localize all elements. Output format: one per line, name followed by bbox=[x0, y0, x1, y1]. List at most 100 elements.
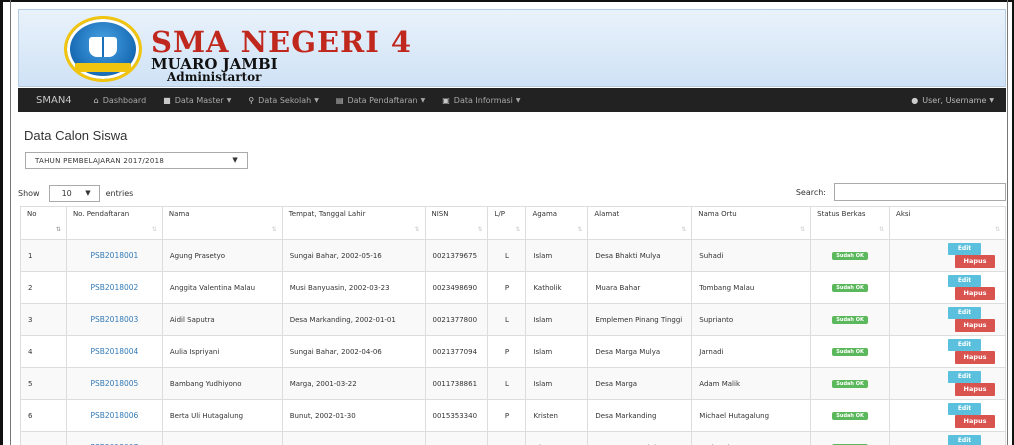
delete-button[interactable]: Hapus bbox=[955, 383, 995, 396]
cell-ttl: Rantau Harapan, 2002-03-24 bbox=[281, 431, 426, 445]
sort-icon: ⇅ bbox=[477, 226, 483, 233]
cell-ortu: Adam Malik bbox=[691, 367, 812, 400]
col-header-lp[interactable]: L/P ⇅ bbox=[487, 206, 527, 240]
delete-button[interactable]: Hapus bbox=[955, 255, 995, 268]
status-badge: Sudah OK bbox=[832, 252, 868, 260]
col-header-reg[interactable]: No. Pendaftaran ⇅ bbox=[65, 206, 163, 240]
column-header-label: Nama Ortu bbox=[698, 210, 737, 218]
cell-lp: L bbox=[487, 431, 527, 445]
navbar-brand[interactable]: SMAN4 bbox=[36, 95, 72, 106]
cell-nama: Bambang Yudhiyono bbox=[161, 367, 283, 400]
header-banner: SMA NEGERI 4 MUARO JAMBI Administartor bbox=[18, 9, 1006, 87]
nav-dashboard-label: Dashboard bbox=[102, 95, 147, 105]
cell-nama: Bayu Anggoro bbox=[161, 431, 283, 445]
cell-reg-link[interactable]: PSB2018004 bbox=[65, 335, 163, 368]
edit-button[interactable]: Edit bbox=[948, 403, 981, 415]
edit-button[interactable]: Edit bbox=[948, 339, 981, 351]
cell-no: 1 bbox=[20, 239, 67, 272]
year-select-value: TAHUN PEMBELAJARAN 2017/2018 bbox=[35, 156, 165, 165]
cell-alamat: Desa Marga Mulya bbox=[587, 335, 693, 368]
search-control: Search: bbox=[796, 183, 1006, 201]
column-header-label: Agama bbox=[532, 210, 558, 218]
sort-icon: ⇅ bbox=[879, 226, 885, 233]
delete-button[interactable]: Hapus bbox=[955, 319, 995, 332]
nav-data-informasi[interactable]: ▣ Data Informasi ▼ bbox=[442, 96, 520, 105]
cell-lp: P bbox=[487, 399, 527, 432]
cell-nisn: 0015353340 bbox=[424, 399, 489, 432]
cell-aksi: EditHapus bbox=[889, 239, 1006, 272]
cell-agama: Islam bbox=[525, 303, 589, 336]
nav-data-sekolah[interactable]: ⚲ Data Sekolah ▼ bbox=[248, 96, 319, 105]
col-header-aksi[interactable]: Aksi ⇅ bbox=[889, 206, 1006, 240]
edit-button[interactable]: Edit bbox=[948, 243, 981, 255]
cell-reg-link[interactable]: PSB2018001 bbox=[65, 239, 163, 272]
delete-button[interactable]: Hapus bbox=[955, 287, 995, 300]
col-header-no[interactable]: No ⇅ bbox=[20, 206, 67, 240]
year-select[interactable]: TAHUN PEMBELAJARAN 2017/2018 ▼ bbox=[25, 152, 248, 169]
search-input[interactable] bbox=[834, 183, 1006, 201]
column-header-label: L/P bbox=[494, 210, 505, 218]
cell-alamat: Desa Marga bbox=[587, 367, 693, 400]
edit-button[interactable]: Edit bbox=[948, 371, 981, 383]
table-row: 5 PSB2018005 Bambang Yudhiyono Marga, 20… bbox=[20, 367, 1006, 400]
cell-ttl: Musi Banyuasin, 2002-03-23 bbox=[281, 271, 426, 304]
cell-nisn: 0021377800 bbox=[424, 303, 489, 336]
cell-lp: L bbox=[487, 239, 527, 272]
cell-status: Sudah OK bbox=[810, 335, 891, 368]
col-header-ortu[interactable]: Nama Ortu ⇅ bbox=[691, 206, 812, 240]
edit-button[interactable]: Edit bbox=[948, 435, 981, 445]
cell-reg-link[interactable]: PSB2018006 bbox=[65, 399, 163, 432]
cell-reg-link[interactable]: PSB2018007 bbox=[65, 431, 163, 445]
cell-status: Sudah OK bbox=[810, 399, 891, 432]
users-icon: ■ bbox=[163, 95, 171, 105]
edit-button[interactable]: Edit bbox=[948, 275, 981, 287]
chevron-down-icon: ▼ bbox=[314, 96, 319, 104]
column-header-label: Aksi bbox=[896, 210, 911, 218]
cell-reg-link[interactable]: PSB2018003 bbox=[65, 303, 163, 336]
column-header-label: Nama bbox=[168, 210, 190, 218]
delete-button[interactable]: Hapus bbox=[955, 351, 995, 364]
nav-dashboard[interactable]: ⌂ Dashboard bbox=[94, 96, 146, 105]
edit-button[interactable]: Edit bbox=[948, 307, 981, 319]
cell-agama: Katholik bbox=[525, 271, 589, 304]
cell-agama: Islam bbox=[525, 335, 589, 368]
col-header-ttl[interactable]: Tempat, Tanggal Lahir ⇅ bbox=[281, 206, 426, 240]
cell-aksi: EditHapus bbox=[889, 271, 1006, 304]
chevron-down-icon: ▼ bbox=[226, 96, 232, 104]
chevron-down-icon: ▼ bbox=[232, 156, 238, 164]
sort-icon: ⇅ bbox=[414, 226, 420, 233]
cell-nisn: 0021379675 bbox=[424, 239, 489, 272]
col-header-status[interactable]: Status Berkas ⇅ bbox=[810, 206, 891, 240]
column-header-label: No. Pendaftaran bbox=[72, 210, 130, 218]
table-row: 7 PSB2018007 Bayu Anggoro Rantau Harapan… bbox=[20, 431, 1006, 445]
cell-reg-link[interactable]: PSB2018002 bbox=[65, 271, 163, 304]
cell-reg-link[interactable]: PSB2018005 bbox=[65, 367, 163, 400]
nav-data-pendaftaran[interactable]: ▤ Data Pendaftaran ▼ bbox=[336, 96, 425, 105]
sort-icon: ⇅ bbox=[271, 226, 277, 233]
col-header-agama[interactable]: Agama ⇅ bbox=[525, 206, 589, 240]
user-menu[interactable]: ● User, Username ▼ bbox=[911, 96, 994, 105]
cell-ttl: Desa Markanding, 2002-01-01 bbox=[281, 303, 426, 336]
col-header-alamat[interactable]: Alamat ⇅ bbox=[587, 206, 693, 240]
cell-no: 2 bbox=[20, 271, 67, 304]
entries-select[interactable]: 10 ▼ bbox=[48, 185, 100, 202]
status-badge: Sudah OK bbox=[832, 348, 868, 356]
delete-button[interactable]: Hapus bbox=[955, 415, 995, 428]
column-header-label: Alamat bbox=[594, 210, 620, 218]
col-header-nisn[interactable]: NISN ⇅ bbox=[424, 206, 489, 240]
sort-icon: ⇅ bbox=[994, 226, 1000, 233]
home-icon: ⌂ bbox=[93, 95, 99, 105]
show-label: Show bbox=[18, 189, 40, 198]
cell-status: Sudah OK bbox=[810, 303, 891, 336]
cell-ortu: Heri Setiawan bbox=[691, 431, 812, 445]
cell-status: Sudah OK bbox=[810, 367, 891, 400]
cell-nisn: 0011738861 bbox=[424, 367, 489, 400]
col-header-nama[interactable]: Nama ⇅ bbox=[161, 206, 283, 240]
page-title: Data Calon Siswa bbox=[24, 128, 128, 143]
nav-data-master[interactable]: ■ Data Master ▼ bbox=[163, 96, 231, 105]
sort-icon: ⇅ bbox=[151, 226, 157, 233]
sort-icon: ⇅ bbox=[515, 226, 521, 233]
cell-alamat: Desa Panca Bakti bbox=[587, 431, 693, 445]
school-logo-icon bbox=[64, 16, 142, 82]
user-icon: ● bbox=[911, 95, 919, 105]
